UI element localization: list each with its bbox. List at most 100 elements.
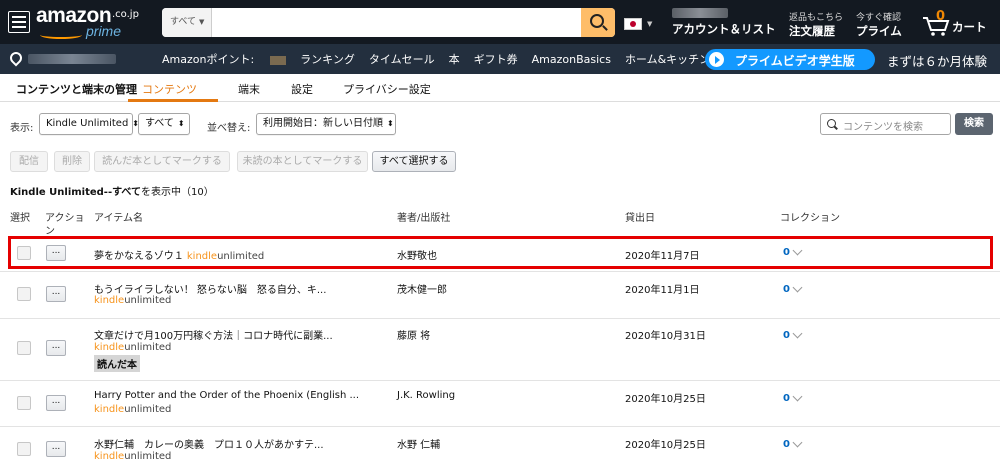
search-category-select[interactable]: すべて ▼	[162, 8, 212, 37]
row-action-menu-button[interactable]: ...	[46, 340, 66, 356]
orders-link[interactable]: 返品もこちら 注文履歴	[789, 10, 843, 39]
table-row: ... 夢をかなえるゾウ１ kindleunlimited 水野敬也 2020年…	[0, 236, 1000, 272]
row-action-menu-button[interactable]: ...	[46, 286, 66, 302]
ku-kindle: kindle	[94, 404, 125, 415]
row-checkbox[interactable]	[17, 341, 31, 355]
collection-count[interactable]: 0	[783, 439, 790, 450]
cart-label: カート	[952, 20, 987, 34]
header-item[interactable]: アイテム名	[94, 209, 143, 224]
row-checkbox[interactable]	[17, 442, 31, 456]
tab-content[interactable]: コンテンツ	[142, 81, 197, 97]
item-date: 2020年11月1日	[625, 285, 700, 296]
item-title[interactable]: Harry Potter and the Order of the Phoeni…	[94, 390, 359, 401]
sort-label: 並べ替え:	[207, 123, 251, 134]
chevron-down-icon[interactable]	[792, 437, 803, 448]
ku-kindle: kindle	[186, 251, 218, 262]
show-label: 表示:	[10, 123, 34, 134]
tab-devices[interactable]: 端末	[238, 81, 260, 97]
kindle-unlimited-badge: kindleunlimited	[187, 251, 264, 262]
prime-label: プライム	[856, 24, 902, 38]
amazon-logo[interactable]: amazon .co.jp prime	[36, 4, 139, 42]
sort-select[interactable]: 利用開始日：新しい日付順 ⬍	[256, 113, 396, 135]
prime-menu[interactable]: 今すぐ確認 プライム	[856, 10, 902, 39]
updown-icon: ⬍	[177, 119, 185, 128]
kindle-unlimited-badge: kindleunlimited	[94, 451, 171, 462]
nav-link-books[interactable]: 本	[449, 51, 460, 67]
tab-settings[interactable]: 設定	[291, 81, 313, 97]
search-category-label: すべて	[170, 17, 197, 27]
tab-privacy[interactable]: プライバシー設定	[343, 81, 431, 97]
nav-link-points[interactable]: Amazonポイント:	[162, 51, 287, 67]
item-date: 2020年10月25日	[625, 394, 706, 405]
row-action-menu-button[interactable]: ...	[46, 441, 66, 457]
scope-select[interactable]: すべて ⬍	[138, 113, 190, 135]
item-title-text: 夢をかなえるゾウ１	[94, 251, 184, 262]
header-author[interactable]: 著者/出版社	[397, 209, 450, 224]
cart-count: 0	[936, 9, 946, 24]
item-date: 2020年11月7日	[625, 251, 700, 262]
nav-link-timesale[interactable]: タイムセール	[369, 51, 435, 67]
ku-unlimited: unlimited	[124, 404, 172, 415]
ku-unlimited: unlimited	[124, 342, 172, 353]
prime-small-label: 今すぐ確認	[856, 13, 902, 23]
orders-small-label: 返品もこちら	[789, 13, 844, 23]
chevron-down-icon[interactable]	[792, 245, 803, 256]
chevron-down-icon[interactable]	[792, 282, 803, 293]
chevron-down-icon[interactable]	[792, 328, 803, 339]
chevron-down-icon[interactable]	[792, 391, 803, 402]
table-row: ... Harry Potter and the Order of the Ph…	[0, 381, 1000, 427]
select-all-button[interactable]: すべて選択する	[372, 151, 456, 172]
kindle-unlimited-badge: kindleunlimited	[94, 404, 171, 415]
nav-link-ranking[interactable]: ランキング	[300, 51, 355, 67]
caret-down-icon: ▼	[647, 20, 653, 28]
account-menu[interactable]: アカウント＆リスト	[672, 8, 776, 37]
header-date[interactable]: 貸出日	[625, 209, 655, 224]
deliver-button[interactable]: 配信	[10, 151, 48, 172]
japan-flag-icon[interactable]	[624, 18, 642, 30]
search-placeholder: コンテンツを検索	[843, 122, 923, 133]
item-title[interactable]: 水野仁輔 カレーの奥義 プロ１０人があかすテ...	[94, 436, 324, 451]
content-type-select[interactable]: Kindle Unlimited ⬍	[39, 113, 139, 135]
mark-read-button[interactable]: 読んだ本としてマークする	[94, 151, 230, 172]
collection-count[interactable]: 0	[783, 393, 790, 404]
nav-link-home-kitchen[interactable]: ホーム&キッチン	[625, 51, 710, 67]
row-checkbox[interactable]	[17, 246, 31, 260]
location-pin-icon[interactable]	[7, 49, 25, 67]
nav-link-amazonbasics[interactable]: AmazonBasics	[532, 53, 611, 66]
prime-video-student-banner[interactable]: プライムビデオ学生版	[705, 49, 875, 70]
row-checkbox[interactable]	[17, 287, 31, 301]
ku-unlimited: unlimited	[217, 251, 265, 262]
address-redacted[interactable]	[28, 54, 116, 64]
top-nav: amazon .co.jp prime すべて ▼ ▼ アカウント＆リスト 返品も…	[0, 0, 1000, 44]
summary-count: を表示中（10）	[141, 187, 214, 198]
row-checkbox[interactable]	[17, 396, 31, 410]
row-action-menu-button[interactable]: ...	[46, 245, 66, 261]
item-title[interactable]: 文章だけで月100万円稼ぐ方法｜コロナ時代に副業...	[94, 327, 333, 342]
orders-label: 注文履歴	[789, 24, 835, 38]
summary-filter: Kindle Unlimited--すべて	[10, 187, 142, 198]
cart-link[interactable]: 0 カート	[922, 9, 992, 36]
content-type-value: Kindle Unlimited	[46, 118, 129, 129]
collection-count[interactable]: 0	[783, 330, 790, 341]
nav-link-giftcards[interactable]: ギフト券	[474, 51, 518, 67]
logo-smile-icon	[40, 31, 82, 39]
item-author: 茂木健一郎	[397, 285, 447, 296]
header-action-wrap: ン	[45, 226, 55, 237]
points-redacted	[270, 55, 287, 65]
search-button[interactable]	[581, 8, 615, 37]
ku-unlimited: unlimited	[124, 451, 172, 462]
item-author: J.K. Rowling	[397, 390, 456, 401]
logo-prime: prime	[86, 23, 122, 39]
row-action-menu-button[interactable]: ...	[46, 395, 66, 411]
collection-count[interactable]: 0	[783, 247, 790, 258]
menu-icon[interactable]	[8, 11, 30, 33]
promo-tail[interactable]: まずは６か月体験	[887, 51, 987, 70]
item-title[interactable]: 夢をかなえるゾウ１ kindleunlimited	[94, 247, 264, 262]
collection-count[interactable]: 0	[783, 284, 790, 295]
scope-value: すべて	[145, 118, 174, 129]
item-title[interactable]: もうイライラしない！ 怒らない脳 怒る自分、キ...	[94, 281, 326, 296]
content-search-input[interactable]: コンテンツを検索	[820, 113, 951, 135]
delete-button[interactable]: 削除	[54, 151, 90, 172]
content-search-button[interactable]: 検索	[955, 113, 993, 135]
mark-unread-button[interactable]: 未読の本としてマークする	[237, 151, 368, 172]
